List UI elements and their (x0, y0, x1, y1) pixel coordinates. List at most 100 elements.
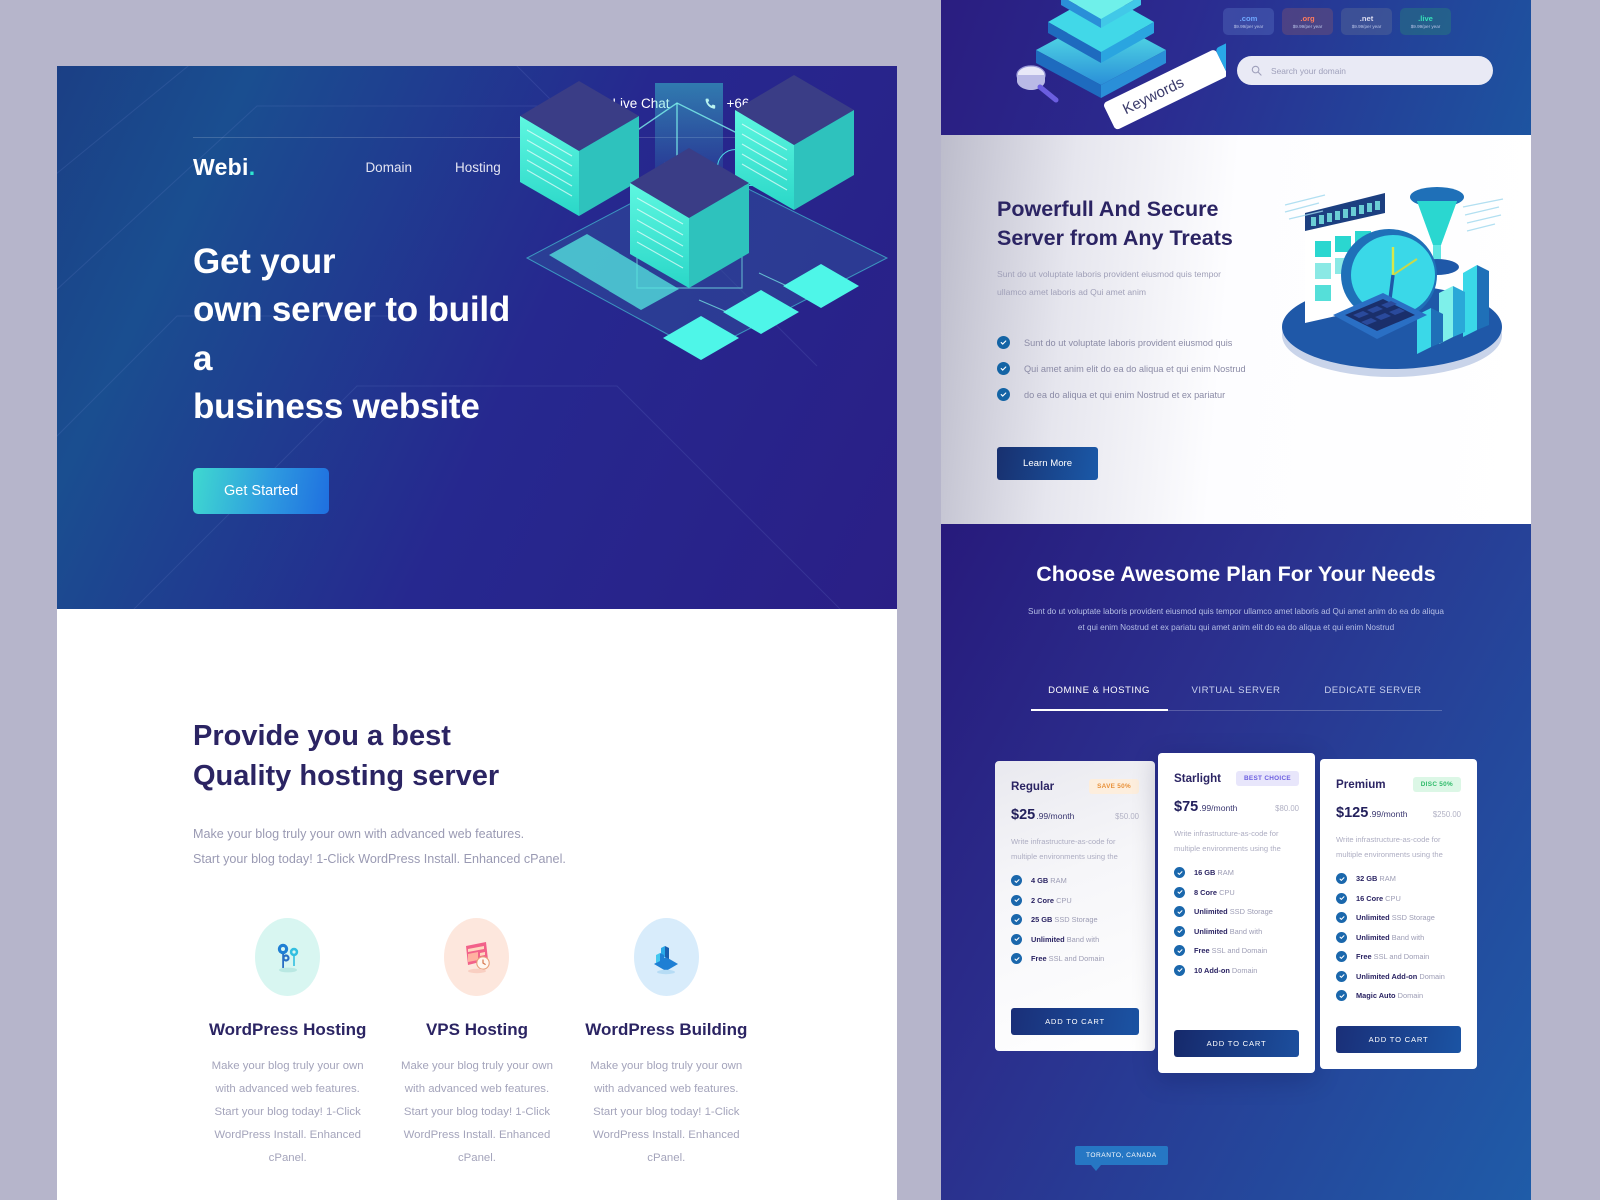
plan-feature-bold: Unlimited (1031, 934, 1065, 944)
feature-card[interactable]: WordPress Hosting Make your blog truly y… (193, 918, 382, 1169)
plan-price: $125 .99 /month $250.00 (1336, 805, 1461, 821)
plan-feature-rest: SSL and Domain (1371, 952, 1430, 962)
keywords-search-illustration: Keywords (1016, 0, 1226, 130)
get-started-button[interactable]: Get Started (193, 468, 330, 515)
plan-feature: 2 Core CPU (1011, 894, 1139, 906)
plan-card-premium[interactable]: Premium DISC 50% $125 .99 /month $250.00… (1320, 758, 1477, 1069)
hero-copy: Get your own server to build a business … (193, 238, 533, 515)
plan-features: 16 GB RAM 8 Core CPU Unlimited SSD Stora… (1174, 867, 1299, 976)
tld-name: .net (1359, 13, 1374, 23)
plan-feature-rest: SSD Storage (1227, 907, 1273, 917)
plan-card-starlight[interactable]: Starlight BEST CHOICE $75 .99 /month $80… (1158, 752, 1315, 1073)
plan-feature-bold: 10 Add-on (1194, 965, 1230, 975)
map-tooltip: TORANTO, CANADA (1075, 1146, 1168, 1171)
domain-search-hero: Keywords .com $9.99/per year .org $9.99/… (941, 0, 1531, 135)
plan-price-original: $50.00 (1115, 811, 1139, 821)
feature-card[interactable]: WordPress Building Make your blog truly … (572, 918, 761, 1169)
plan-price-period: /month (1048, 810, 1075, 821)
plan-feature-rest: SSL and Domain (1046, 954, 1105, 964)
plan-feature: Free SSL and Domain (1011, 953, 1139, 965)
plan-price-main: $125 (1336, 804, 1369, 821)
nav-item-domain[interactable]: Domain (365, 160, 412, 175)
plan-feature-rest: RAM (1377, 874, 1396, 884)
features-section: Provide you a best Quality hosting serve… (57, 609, 897, 1200)
right-page-panel: Keywords .com $9.99/per year .org $9.99/… (941, 0, 1531, 1200)
plan-badge: DISC 50% (1412, 776, 1461, 792)
check-icon (1336, 970, 1347, 982)
tld-chip-live[interactable]: .live $9.99/per year (1400, 8, 1451, 35)
plan-feature: 25 GB SSD Storage (1011, 914, 1139, 926)
check-icon (1174, 886, 1185, 898)
plan-feature: Unlimited Band with (1174, 925, 1299, 937)
plan-price-original: $250.00 (1432, 809, 1461, 819)
tab-dedicate-server[interactable]: DEDICATE SERVER (1304, 685, 1442, 711)
tld-chip-net[interactable]: .net $9.99/per year (1341, 8, 1392, 35)
feature-card-text: Make your blog truly your own with advan… (590, 1060, 743, 1164)
check-icon (1011, 914, 1022, 926)
hero-title-line-1: Get your (193, 242, 336, 281)
plan-feature-bold: Unlimited (1356, 913, 1390, 923)
brand-logo[interactable]: Webi. (193, 154, 255, 181)
checklist-text: Qui amet anim elit do ea do aliqua et qu… (1024, 363, 1246, 374)
check-icon (1174, 945, 1185, 957)
plan-price-cents: .99 (1036, 810, 1049, 821)
gears-icon (255, 918, 321, 997)
plan-header: Starlight BEST CHOICE (1174, 770, 1299, 786)
tab-domine-hosting[interactable]: DOMINE & HOSTING (1030, 685, 1168, 711)
add-to-cart-button[interactable]: ADD TO CART (1011, 1007, 1139, 1035)
plan-feature-bold: Free (1194, 946, 1210, 956)
check-icon (1174, 925, 1185, 937)
tld-chip-com[interactable]: .com $9.99/per year (1223, 8, 1274, 35)
plan-feature: 32 GB RAM (1336, 873, 1461, 885)
feature-card[interactable]: VPS Hosting Make your blog truly your ow… (382, 918, 571, 1169)
features-subtitle-line-1: Make your blog truly your own with advan… (193, 827, 525, 842)
learn-more-button[interactable]: Learn More (997, 447, 1099, 481)
brand-logo-text: Webi (193, 154, 249, 180)
plan-feature: Magic Auto Domain (1336, 990, 1461, 1002)
hero-section: Live Chat +66 0254 2584 Webi. Domain Hos… (57, 66, 897, 609)
tld-price: $9.99/per year (1292, 24, 1323, 30)
check-icon (1011, 875, 1022, 887)
plan-feature-bold: 32 GB (1356, 874, 1378, 884)
hero-title-line-3: business website (193, 386, 480, 426)
plan-price-cents: .99 (1369, 808, 1382, 819)
features-title: Provide you a best Quality hosting serve… (193, 716, 761, 796)
search-icon (1251, 65, 1262, 76)
domain-search-input[interactable] (1271, 65, 1479, 76)
check-icon (1011, 933, 1022, 945)
add-to-cart-button[interactable]: ADD TO CART (1336, 1025, 1461, 1053)
browser-clock-icon (444, 918, 510, 997)
domain-search-bar[interactable] (1237, 56, 1493, 85)
plan-feature-bold: 2 Core (1031, 895, 1055, 905)
plan-card-regular[interactable]: Regular SAVE 50% $25 .99 /month $50.00 W… (995, 760, 1155, 1051)
tab-virtual-server[interactable]: VIRTUAL SERVER (1167, 685, 1305, 711)
plan-feature: 10 Add-on Domain (1174, 964, 1299, 976)
plan-feature-rest: SSL and Domain (1209, 946, 1268, 956)
plan-feature: Unlimited Band with (1011, 933, 1139, 945)
plan-badge: SAVE 50% (1089, 778, 1139, 794)
check-icon (997, 388, 1010, 402)
analytics-time-illustration (1282, 187, 1504, 377)
plan-feature-bold: Unlimited (1356, 932, 1390, 942)
plan-feature-bold: Magic Auto (1356, 991, 1396, 1001)
tld-name: .org (1300, 13, 1315, 23)
plan-price-period: /month (1381, 808, 1408, 819)
features-subtitle: Make your blog truly your own with advan… (193, 822, 761, 872)
plan-feature: Unlimited SSD Storage (1336, 912, 1461, 924)
feature-cards-row-1: WordPress Hosting Make your blog truly y… (193, 918, 761, 1169)
plan-price-cents: .99 (1199, 802, 1212, 813)
check-icon (1336, 951, 1347, 963)
plan-feature-rest: SSD Storage (1389, 913, 1435, 923)
pricing-subtitle: Sunt do ut voluptate laboris provident e… (1021, 604, 1451, 637)
tld-name: .live (1418, 13, 1433, 23)
feature-card-title: VPS Hosting (425, 1020, 528, 1040)
plan-feature-bold: Free (1356, 952, 1372, 962)
add-to-cart-button[interactable]: ADD TO CART (1174, 1029, 1299, 1057)
secure-title-line-1: Powerfull And Secure (997, 197, 1219, 221)
tld-chip-org[interactable]: .org $9.99/per year (1282, 8, 1333, 35)
check-icon (1336, 912, 1347, 924)
feature-card-text: Make your blog truly your own with advan… (211, 1060, 364, 1164)
plan-price-main: $25 (1011, 806, 1036, 823)
check-icon (1174, 964, 1185, 976)
plan-feature-bold: 16 GB (1194, 868, 1216, 878)
